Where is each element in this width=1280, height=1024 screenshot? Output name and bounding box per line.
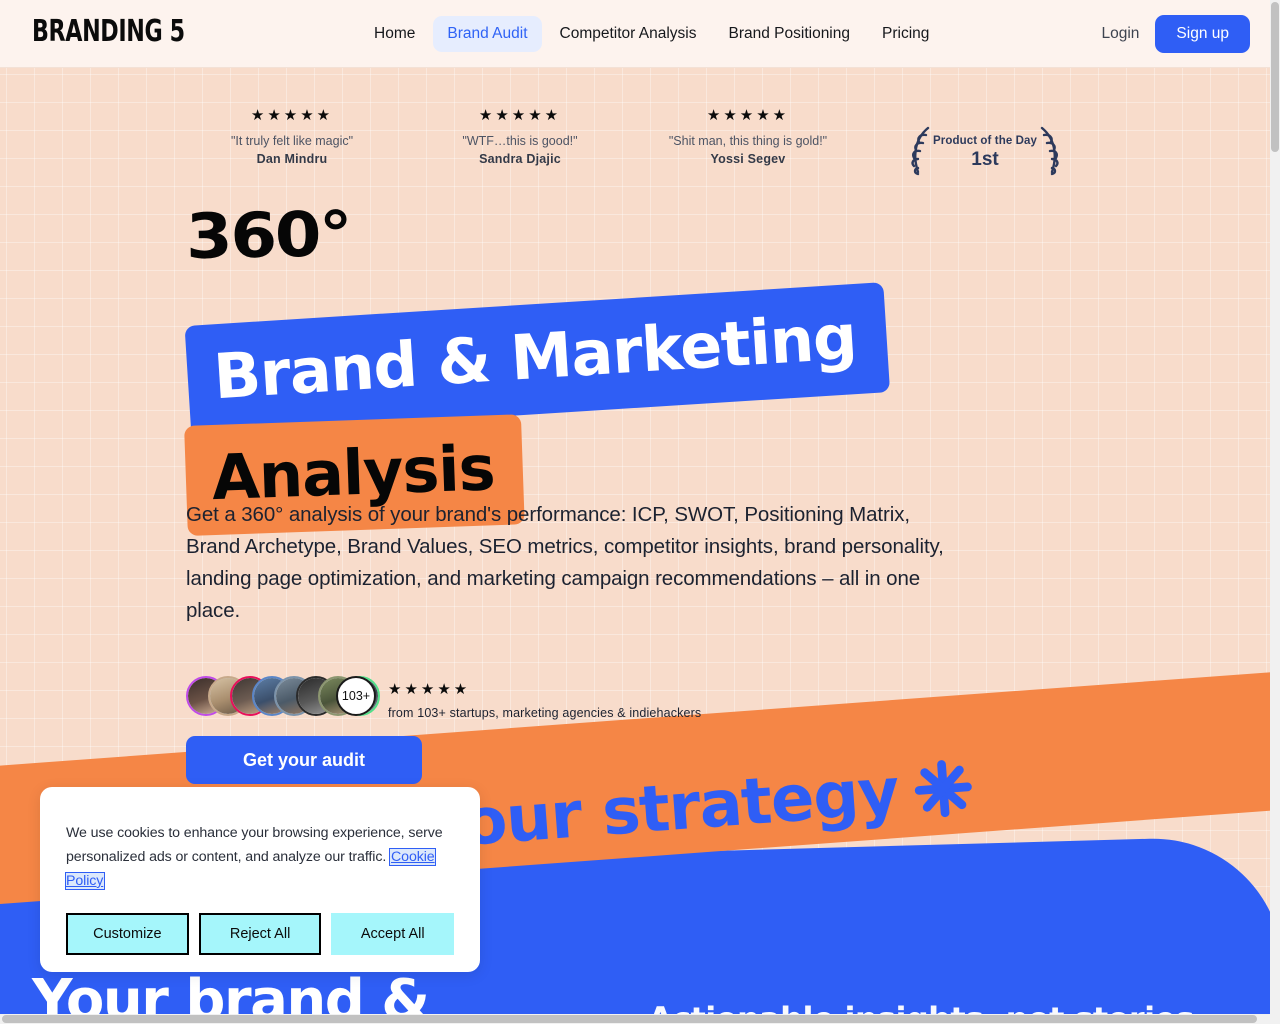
page-root: your strategy Your brand & Actionable in… [0,0,1280,1024]
vertical-scrollbar-thumb[interactable] [1271,2,1279,152]
social-proof-text-block: ★★★★★ from 103+ startups, marketing agen… [388,676,701,720]
sparkle-icon [910,755,976,821]
get-your-audit-button[interactable]: Get your audit [186,736,422,784]
nav-item-brand-positioning[interactable]: Brand Positioning [715,16,865,52]
signup-button[interactable]: Sign up [1155,15,1250,53]
testimonial-0: ★★★★★ "It truly felt like magic" Dan Min… [172,108,412,166]
testimonial-author: Yossi Segev [710,151,786,166]
accept-all-button[interactable]: Accept All [331,913,455,955]
testimonial-quote: "It truly felt like magic" [230,134,354,148]
testimonial-author: Dan Mindru [256,151,328,166]
social-proof-stars: ★★★★★ [388,681,471,698]
cookie-banner-message: We use cookies to enhance your browsing … [66,825,443,865]
product-of-the-day-badge: Product of the Day 1st [900,124,1070,182]
nav-item-pricing[interactable]: Pricing [868,16,943,52]
testimonial-stars: ★★★★★ [478,107,562,124]
hero-description: Get a 360° analysis of your brand's perf… [186,503,944,622]
avatar-stack: 103+ [186,676,380,718]
badge-rank: 1st [971,149,999,170]
horizontal-scrollbar-thumb[interactable] [2,1015,1257,1023]
brand-logo[interactable]: BRANDING 5 [32,14,185,49]
testimonial-quote: "WTF…this is good!" [462,134,578,148]
testimonial-author: Sandra Djajic [479,151,561,166]
reject-all-button[interactable]: Reject All [198,913,322,955]
cookie-banner-actions: Customize Reject All Accept All [66,913,455,955]
social-proof-caption: from 103+ startups, marketing agencies &… [388,706,702,720]
badge-text: Product of the Day 1st [933,135,1037,171]
testimonial-stars: ★★★★★ [250,107,334,124]
hero-line2-wrapper: Brand & Marketing [184,282,890,436]
nav-item-competitor-analysis[interactable]: Competitor Analysis [546,16,711,52]
header-actions: Login Sign up [1101,0,1250,68]
laurel-right-icon [1036,124,1066,185]
cookie-consent-banner: We use cookies to enhance your browsing … [40,787,480,972]
nav-item-brand-audit[interactable]: Brand Audit [433,16,542,52]
hero-line-360: 360° [185,197,352,273]
vertical-scrollbar-track[interactable] [1270,0,1280,1024]
laurel-left-icon [904,124,934,185]
testimonial-stars: ★★★★★ [706,107,790,124]
testimonial-2: ★★★★★ "Shit man, this thing is gold!" Yo… [628,108,868,166]
testimonial-quote: "Shit man, this thing is gold!" [668,134,828,148]
main-navigation: Home Brand Audit Competitor Analysis Bra… [360,0,943,68]
site-header: BRANDING 5 Home Brand Audit Competitor A… [0,0,1280,68]
login-link[interactable]: Login [1101,25,1139,43]
cookie-banner-text: We use cookies to enhance your browsing … [65,821,454,893]
avatar-count-badge: 103+ [336,676,376,716]
customize-button[interactable]: Customize [66,913,189,955]
hero-headline: 360° Brand & Marketing Analysis [184,197,890,536]
testimonial-1: ★★★★★ "WTF…this is good!" Sandra Djajic [400,108,640,166]
badge-title: Product of the Day [932,135,1038,147]
nav-item-home[interactable]: Home [360,16,429,52]
social-proof: 103+ ★★★★★ from 103+ startups, marketing… [186,676,701,720]
